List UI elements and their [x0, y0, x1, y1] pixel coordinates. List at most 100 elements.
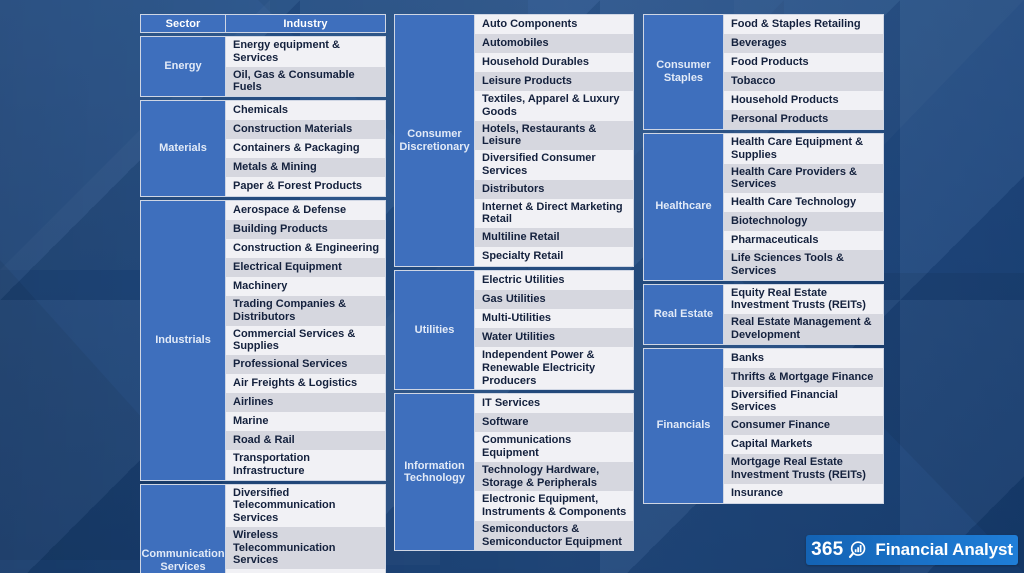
industry-row[interactable]: Household Products	[724, 91, 883, 110]
industry-row[interactable]: Independent Power & Renewable Electricit…	[475, 347, 633, 390]
industry-row[interactable]: Multi-Utilities	[475, 309, 633, 328]
industry-row[interactable]: Life Sciences Tools & Services	[724, 250, 883, 280]
logo-name-text: Financial Analyst	[875, 540, 1013, 559]
industry-row[interactable]: Internet & Direct Marketing Retail	[475, 198, 633, 228]
industry-row[interactable]: Wireless Telecommunication Services	[226, 526, 385, 569]
industry-row[interactable]: IT Services	[475, 394, 633, 414]
industry-row[interactable]: Commercial Services & Supplies	[226, 325, 385, 355]
industry-row[interactable]: Paper & Forest Products	[226, 177, 385, 196]
industry-row[interactable]: Air Freights & Logistics	[226, 374, 385, 393]
industry-row[interactable]: Multiline Retail	[475, 228, 633, 247]
sector-name[interactable]: Real Estate	[644, 284, 724, 344]
industry-row[interactable]: Diversified Telecommunication Services	[226, 484, 385, 527]
industry-row[interactable]: Trading Companies & Distributors	[226, 296, 385, 326]
sector-block: Energy Energy equipment & Services Oil, Ga…	[140, 36, 386, 97]
industry-row[interactable]: Containers & Packaging	[226, 139, 385, 158]
magnifier-bar-chart-icon	[848, 539, 870, 561]
industry-row[interactable]: Food Products	[724, 53, 883, 72]
industry-list: Energy equipment & Services Oil, Gas & Co…	[226, 37, 385, 96]
sector-name[interactable]: Communication Services	[141, 484, 226, 573]
industry-list: Food & Staples Retailing Beverages Food Pr…	[724, 15, 883, 129]
industry-row[interactable]: Consumer Finance	[724, 416, 883, 435]
industry-row[interactable]: Thrifts & Mortgage Finance	[724, 367, 883, 387]
industry-row[interactable]: Electrical Equipment	[226, 258, 385, 277]
sector-name[interactable]: Materials	[141, 101, 226, 196]
sector-block: Utilities Electric Utilities Gas Utilities…	[394, 270, 634, 391]
logo-365-text: 365	[811, 539, 844, 560]
industry-row[interactable]: Semiconductors & Semiconductor Equipment	[475, 520, 633, 551]
header-cell-industry: Industry	[283, 17, 328, 30]
sector-name[interactable]: Consumer Staples	[644, 15, 724, 129]
industry-row[interactable]: Communications Equipment	[475, 432, 633, 462]
industry-list: Banks Thrifts & Mortgage Finance Diversifi…	[724, 348, 883, 503]
industry-row[interactable]: Automobiles	[475, 34, 633, 53]
industry-row[interactable]: Distributors	[475, 179, 633, 199]
sector-block: Consumer Staples Food & Staples Retailing…	[643, 14, 884, 130]
industry-row[interactable]: Construction Materials	[226, 120, 385, 139]
industry-list: Health Care Equipment & Supplies Health C…	[724, 134, 883, 280]
sector-name[interactable]: Consumer Discretionary	[395, 15, 475, 266]
industry-row[interactable]: Household Durables	[475, 53, 633, 72]
industry-row[interactable]: Health Care Technology	[724, 193, 883, 212]
industry-row[interactable]: Software	[475, 413, 633, 433]
industry-row[interactable]: Food & Staples Retailing	[724, 15, 883, 34]
industry-row[interactable]: Mortgage Real Estate Investment Trusts (…	[724, 454, 883, 484]
industry-row[interactable]: Metals & Mining	[226, 158, 385, 177]
sector-column-3: Consumer Staples Food & Staples Retailing…	[643, 14, 884, 507]
industry-row[interactable]: Energy equipment & Services	[226, 37, 385, 67]
industry-row[interactable]: Electronic Equipment, Instruments & Comp…	[475, 491, 633, 521]
industry-row[interactable]: Water Utilities	[475, 328, 633, 347]
industry-list: Diversified Telecommunication Services Wi…	[226, 484, 385, 573]
industry-row[interactable]: Marine	[226, 412, 385, 431]
sector-name[interactable]: Healthcare	[644, 134, 724, 280]
sector-name[interactable]: Utilities	[395, 271, 475, 390]
industry-row[interactable]: Hotels, Restaurants & Leisure	[475, 120, 633, 150]
industry-row[interactable]: Transportation Infrastructure	[226, 450, 385, 480]
industry-row[interactable]: Chemicals	[226, 101, 385, 120]
brand-logo: 365 Financial Analyst	[806, 535, 1018, 565]
industry-list: Auto Components Automobiles Household Dura…	[475, 15, 633, 266]
industry-row[interactable]: Road & Rail	[226, 431, 385, 450]
sector-name[interactable]: Information Technology	[395, 394, 475, 551]
industry-row[interactable]: Specialty Retail	[475, 247, 633, 266]
table-header-row: Sector Industry	[140, 14, 386, 33]
sector-block: Communication Services Diversified Teleco…	[140, 483, 386, 573]
sector-name[interactable]: Energy	[141, 37, 226, 96]
industry-row[interactable]: Auto Components	[475, 15, 633, 34]
sector-name[interactable]: Financials	[644, 348, 724, 503]
industry-row[interactable]: Airlines	[226, 393, 385, 412]
header-cell-sector: Sector	[141, 15, 226, 32]
sector-block: Real Estate Equity Real Estate Investment…	[643, 283, 884, 345]
industry-row[interactable]: Construction & Engineering	[226, 239, 385, 258]
industry-row[interactable]: Machinery	[226, 277, 385, 296]
industry-row[interactable]: Biotechnology	[724, 212, 883, 231]
industry-row[interactable]: Capital Markets	[724, 435, 883, 454]
industry-row[interactable]: Media	[226, 569, 385, 573]
industry-row[interactable]: Insurance	[724, 483, 883, 503]
sector-name[interactable]: Industrials	[141, 201, 226, 480]
industry-row[interactable]: Pharmaceuticals	[724, 231, 883, 250]
industry-row[interactable]: Technology Hardware, Storage & Periphera…	[475, 461, 633, 492]
industry-row[interactable]: Health Care Providers & Services	[724, 163, 883, 193]
industry-row[interactable]: Equity Real Estate Investment Trusts (RE…	[724, 284, 883, 314]
industry-row[interactable]: Banks	[724, 348, 883, 368]
sector-column-1: Sector Industry Energy Energy equipment & S…	[140, 14, 386, 573]
industry-row[interactable]: Real Estate Management & Development	[724, 314, 883, 344]
industry-list: Aerospace & Defense Building Products Cons…	[226, 201, 385, 480]
industry-row[interactable]: Professional Services	[226, 355, 385, 374]
industry-row[interactable]: Gas Utilities	[475, 290, 633, 309]
industry-row[interactable]: Health Care Equipment & Supplies	[724, 134, 883, 164]
industry-row[interactable]: Textiles, Apparel & Luxury Goods	[475, 91, 633, 121]
industry-row[interactable]: Aerospace & Defense	[226, 201, 385, 220]
industry-list: IT Services Software Communications Equipm…	[475, 394, 633, 551]
industry-row[interactable]: Tobacco	[724, 72, 883, 91]
industry-row[interactable]: Beverages	[724, 34, 883, 53]
industry-row[interactable]: Oil, Gas & Consumable Fuels	[226, 66, 385, 96]
industry-row[interactable]: Building Products	[226, 220, 385, 239]
industry-row[interactable]: Personal Products	[724, 110, 883, 129]
industry-row[interactable]: Leisure Products	[475, 72, 633, 91]
industry-row[interactable]: Diversified Consumer Services	[475, 150, 633, 180]
industry-row[interactable]: Diversified Financial Services	[724, 386, 883, 416]
industry-list: Chemicals Construction Materials Container…	[226, 101, 385, 196]
industry-row[interactable]: Electric Utilities	[475, 271, 633, 290]
